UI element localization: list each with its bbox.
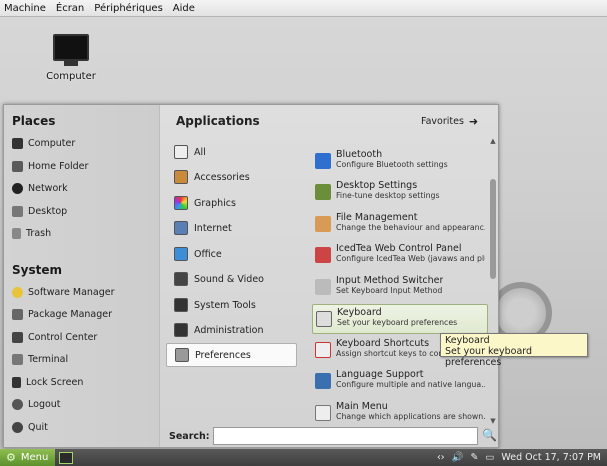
- app-icedtea[interactable]: IcedTea Web Control Panel Configure IcedT…: [312, 241, 488, 271]
- preferences-icon: [175, 348, 189, 362]
- system-item-control-center[interactable]: Control Center: [12, 327, 97, 347]
- app-input-method-switcher[interactable]: Input Method Switcher Set Keyboard Input …: [312, 273, 488, 303]
- app-bluetooth[interactable]: Bluetooth Configure Bluetooth settings: [312, 147, 488, 177]
- app-list-scrollbar[interactable]: ▲ ▼: [489, 137, 497, 425]
- system-item-terminal[interactable]: Terminal: [12, 349, 68, 369]
- tray-arrows-icon[interactable]: ‹›: [437, 452, 445, 463]
- system-item-quit[interactable]: Quit: [12, 417, 48, 437]
- network-tray-icon[interactable]: ✎: [470, 452, 478, 463]
- app-file-management[interactable]: File Management Change the behaviour and …: [312, 210, 488, 240]
- scroll-down-icon[interactable]: ▼: [489, 417, 497, 425]
- system-title: System: [12, 263, 62, 277]
- system-item-package-manager[interactable]: Package Manager: [12, 304, 112, 324]
- search-icon[interactable]: 🔍: [482, 428, 497, 442]
- application-list: Bluetooth Configure Bluetooth settings De…: [310, 137, 488, 425]
- start-menu: Places Computer Home Folder Network Desk…: [3, 104, 499, 448]
- category-all[interactable]: All: [166, 140, 297, 164]
- network-icon: [12, 182, 23, 194]
- battery-icon[interactable]: ▭: [485, 452, 494, 463]
- package-icon: [12, 308, 23, 320]
- all-icon: [174, 145, 188, 159]
- logout-icon: [12, 398, 23, 410]
- menu-button[interactable]: ⚙ Menu: [0, 449, 55, 466]
- office-icon: [174, 247, 188, 261]
- tooltip-title: Keyboard: [445, 335, 490, 346]
- category-sound-video[interactable]: Sound & Video: [166, 267, 297, 291]
- category-office[interactable]: Office: [166, 242, 297, 266]
- accessories-icon: [174, 170, 188, 184]
- app-language-support[interactable]: Language Support Configure multiple and n…: [312, 367, 488, 397]
- app-desktop-settings[interactable]: Desktop Settings Fine-tune desktop settin…: [312, 178, 488, 208]
- control-center-icon: [12, 331, 23, 343]
- search-label: Search:: [169, 431, 210, 442]
- system-tray: ‹› 🔊 ✎ ▭ Wed Oct 17, 7:07 PM: [430, 449, 601, 466]
- volume-icon[interactable]: 🔊: [452, 452, 464, 463]
- places-item-computer[interactable]: Computer: [12, 133, 75, 153]
- vm-menu-help[interactable]: Aide: [173, 3, 195, 14]
- terminal-launcher-icon[interactable]: [59, 451, 73, 464]
- keyboard-shortcuts-icon: [315, 342, 331, 358]
- desktop-computer-icon[interactable]: Computer: [40, 34, 102, 82]
- category-preferences[interactable]: Preferences: [166, 343, 297, 367]
- places-item-network[interactable]: Network: [12, 178, 68, 198]
- arrow-right-icon: ➜: [468, 115, 479, 128]
- trash-icon: [12, 227, 21, 239]
- category-system-tools[interactable]: System Tools: [166, 293, 297, 317]
- vm-menubar: Machine Écran Périphériques Aide: [0, 0, 607, 17]
- system-item-lock-screen[interactable]: Lock Screen: [12, 372, 83, 392]
- vm-menu-machine[interactable]: Machine: [4, 3, 46, 14]
- places-item-home[interactable]: Home Folder: [12, 156, 88, 176]
- bluetooth-icon: [315, 153, 331, 169]
- category-internet[interactable]: Internet: [166, 216, 297, 240]
- main-menu-icon: [315, 405, 331, 421]
- tooltip: Keyboard Set your keyboard preferences: [440, 333, 588, 368]
- app-main-menu[interactable]: Main Menu Change which applications are s…: [312, 399, 488, 425]
- terminal-icon: [12, 353, 23, 365]
- administration-icon: [174, 323, 188, 337]
- favorites-button[interactable]: Favorites ➜: [421, 115, 478, 128]
- power-icon: [12, 421, 23, 433]
- computer-icon: [12, 137, 23, 149]
- system-item-logout[interactable]: Logout: [12, 394, 61, 414]
- taskbar: ⚙ Menu ‹› 🔊 ✎ ▭ Wed Oct 17, 7:07 PM: [0, 449, 607, 466]
- keyboard-icon: [316, 311, 332, 327]
- graphics-icon: [174, 196, 188, 210]
- vm-menu-devices[interactable]: Périphériques: [94, 3, 163, 14]
- category-accessories[interactable]: Accessories: [166, 165, 297, 189]
- app-keyboard[interactable]: Keyboard Set your keyboard preferences: [312, 304, 488, 334]
- input-method-icon: [315, 279, 331, 295]
- desktop-settings-icon: [315, 184, 331, 200]
- internet-icon: [174, 221, 188, 235]
- home-icon: [12, 160, 23, 172]
- lock-icon: [12, 376, 21, 388]
- search-input[interactable]: [213, 427, 478, 445]
- places-item-trash[interactable]: Trash: [12, 223, 51, 243]
- applications-title: Applications: [176, 114, 260, 128]
- category-administration[interactable]: Administration: [166, 318, 297, 342]
- places-item-desktop[interactable]: Desktop: [12, 201, 67, 221]
- scroll-up-icon[interactable]: ▲: [489, 137, 497, 145]
- category-graphics[interactable]: Graphics: [166, 191, 297, 215]
- language-icon: [315, 373, 331, 389]
- clock[interactable]: Wed Oct 17, 7:07 PM: [501, 452, 601, 463]
- scrollbar-thumb[interactable]: [490, 179, 496, 279]
- tooltip-desc: Set your keyboard preferences: [445, 346, 533, 368]
- monitor-icon: [53, 34, 89, 61]
- mint-menu-icon: ⚙: [6, 451, 16, 464]
- sound-video-icon: [174, 272, 188, 286]
- software-manager-icon: [12, 286, 23, 298]
- left-column: Places Computer Home Folder Network Desk…: [4, 105, 160, 447]
- icedtea-icon: [315, 247, 331, 263]
- desktop-icon: [12, 205, 23, 217]
- file-management-icon: [315, 216, 331, 232]
- places-title: Places: [12, 114, 56, 128]
- system-tools-icon: [174, 298, 188, 312]
- system-item-software-manager[interactable]: Software Manager: [12, 282, 115, 302]
- desktop-computer-label: Computer: [46, 71, 96, 82]
- vm-menu-screen[interactable]: Écran: [56, 3, 84, 14]
